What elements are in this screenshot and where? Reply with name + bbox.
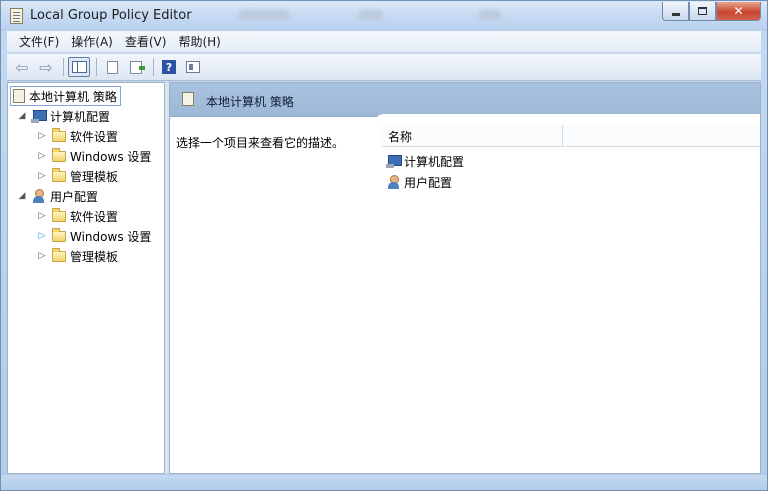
description-area: 选择一个项目来查看它的描述。 <box>170 117 380 473</box>
column-divider[interactable] <box>562 125 563 146</box>
maximize-icon <box>698 7 707 15</box>
user-icon <box>31 189 46 203</box>
window-bottom-frame <box>1 475 767 490</box>
user-icon <box>386 175 401 189</box>
tree-item-label: 用户配置 <box>50 189 99 204</box>
folder-icon <box>52 207 66 222</box>
export-icon <box>130 60 145 74</box>
tree-item-software-settings[interactable]: ▷ 软件设置 <box>36 126 118 146</box>
collapsed-icon[interactable]: ▷ <box>36 151 48 161</box>
computer-icon <box>31 109 47 123</box>
close-button[interactable]: ✕ <box>716 2 761 21</box>
action-pane-button[interactable] <box>182 57 204 77</box>
close-icon: ✕ <box>733 4 744 18</box>
menu-view[interactable]: 查看(V) <box>119 33 173 50</box>
tree-item-label: 本地计算机 策略 <box>29 89 117 104</box>
title-bar[interactable]: Local Group Policy Editor ✕ <box>1 1 767 31</box>
list-item-label: 用户配置 <box>404 175 453 190</box>
folder-icon <box>52 127 66 142</box>
tree-item-admin-templates[interactable]: ▷ 管理模板 <box>36 166 118 186</box>
back-button[interactable]: ⇦ <box>11 57 33 77</box>
export-list-button[interactable] <box>125 57 147 77</box>
expanded-icon[interactable]: ◢ <box>16 111 28 121</box>
show-hide-tree-button[interactable] <box>68 57 90 77</box>
collapsed-icon[interactable]: ▷ <box>36 171 48 181</box>
forward-button[interactable]: ⇨ <box>35 57 57 77</box>
collapsed-icon[interactable]: ▷ <box>36 251 48 261</box>
toolbar-separator <box>63 58 64 76</box>
policy-doc-icon <box>10 8 23 24</box>
app-window: Local Group Policy Editor ✕ 文件(F) 操作(A) … <box>0 0 768 491</box>
toolbar-separator <box>153 58 154 76</box>
tree-item-user-config[interactable]: ◢ 用户配置 <box>16 186 98 206</box>
tree-item-user-software-settings[interactable]: ▷ 软件设置 <box>36 206 118 226</box>
tree-item-windows-settings[interactable]: ▷ Windows 设置 <box>36 146 151 166</box>
help-icon: ? <box>162 60 176 74</box>
collapsed-icon[interactable]: ▷ <box>36 211 48 221</box>
redacted-text <box>239 10 289 20</box>
console-tree: 本地计算机 策略 ◢ 计算机配置 ▷ 软件设置 ▷ Windows 设置 ▷ 管… <box>7 82 165 474</box>
properties-button[interactable] <box>101 57 123 77</box>
folder-icon <box>52 167 66 182</box>
list-item-label: 计算机配置 <box>404 154 465 169</box>
computer-icon <box>386 154 402 168</box>
items-list: 名称 计算机配置 用户配置 <box>374 114 760 470</box>
window-title: Local Group Policy Editor <box>30 8 192 23</box>
action-pane-icon <box>186 61 200 73</box>
folder-icon <box>52 247 66 262</box>
policy-doc-icon <box>182 92 194 106</box>
expanded-icon[interactable]: ◢ <box>16 191 28 201</box>
policy-doc-icon <box>13 89 25 103</box>
menu-file[interactable]: 文件(F) <box>13 33 65 50</box>
toolbar-separator <box>96 58 97 76</box>
redacted-text <box>479 10 501 20</box>
tree-item-user-windows-settings[interactable]: ▷ Windows 设置 <box>36 226 151 246</box>
tree-item-local-computer-policy[interactable]: 本地计算机 策略 <box>10 86 121 106</box>
forward-arrow-icon: ⇨ <box>39 57 53 77</box>
details-pane: 本地计算机 策略 选择一个项目来查看它的描述。 名称 计算机配置 用户配置 <box>169 82 761 474</box>
menu-bar: 文件(F) 操作(A) 查看(V) 帮助(H) <box>7 31 761 53</box>
list-header: 名称 <box>382 125 760 147</box>
console-tree-icon <box>71 61 87 73</box>
column-header-name[interactable]: 名称 <box>388 128 412 145</box>
toolbar: ⇦ ⇨ ? <box>7 54 761 81</box>
tree-item-label: 软件设置 <box>70 129 119 144</box>
tree-item-label: 软件设置 <box>70 209 119 224</box>
folder-icon <box>52 147 66 162</box>
list-item[interactable]: 用户配置 <box>386 172 452 192</box>
tree-item-label: Windows 设置 <box>70 229 152 244</box>
tree-item-computer-config[interactable]: ◢ 计算机配置 <box>16 106 110 126</box>
tree-item-label: 管理模板 <box>70 169 119 184</box>
back-arrow-icon: ⇦ <box>15 57 29 77</box>
description-text: 选择一个项目来查看它的描述。 <box>176 136 345 150</box>
caption-buttons: ✕ <box>662 2 761 21</box>
help-button[interactable]: ? <box>158 57 180 77</box>
maximize-button[interactable] <box>689 2 716 21</box>
folder-icon <box>52 227 66 242</box>
tree-item-label: Windows 设置 <box>70 149 152 164</box>
redacted-text <box>359 10 383 20</box>
minimize-button[interactable] <box>662 2 689 21</box>
tree-item-label: 计算机配置 <box>50 109 111 124</box>
minimize-icon <box>671 12 680 16</box>
collapsed-icon[interactable]: ▷ <box>36 231 48 241</box>
details-header: 本地计算机 策略 <box>170 83 760 117</box>
tree-item-label: 管理模板 <box>70 249 119 264</box>
properties-icon <box>106 60 118 74</box>
menu-action[interactable]: 操作(A) <box>65 33 119 50</box>
tree-item-user-admin-templates[interactable]: ▷ 管理模板 <box>36 246 118 266</box>
list-item[interactable]: 计算机配置 <box>386 151 464 171</box>
menu-help[interactable]: 帮助(H) <box>172 33 226 50</box>
details-title: 本地计算机 策略 <box>206 95 294 109</box>
collapsed-icon[interactable]: ▷ <box>36 131 48 141</box>
